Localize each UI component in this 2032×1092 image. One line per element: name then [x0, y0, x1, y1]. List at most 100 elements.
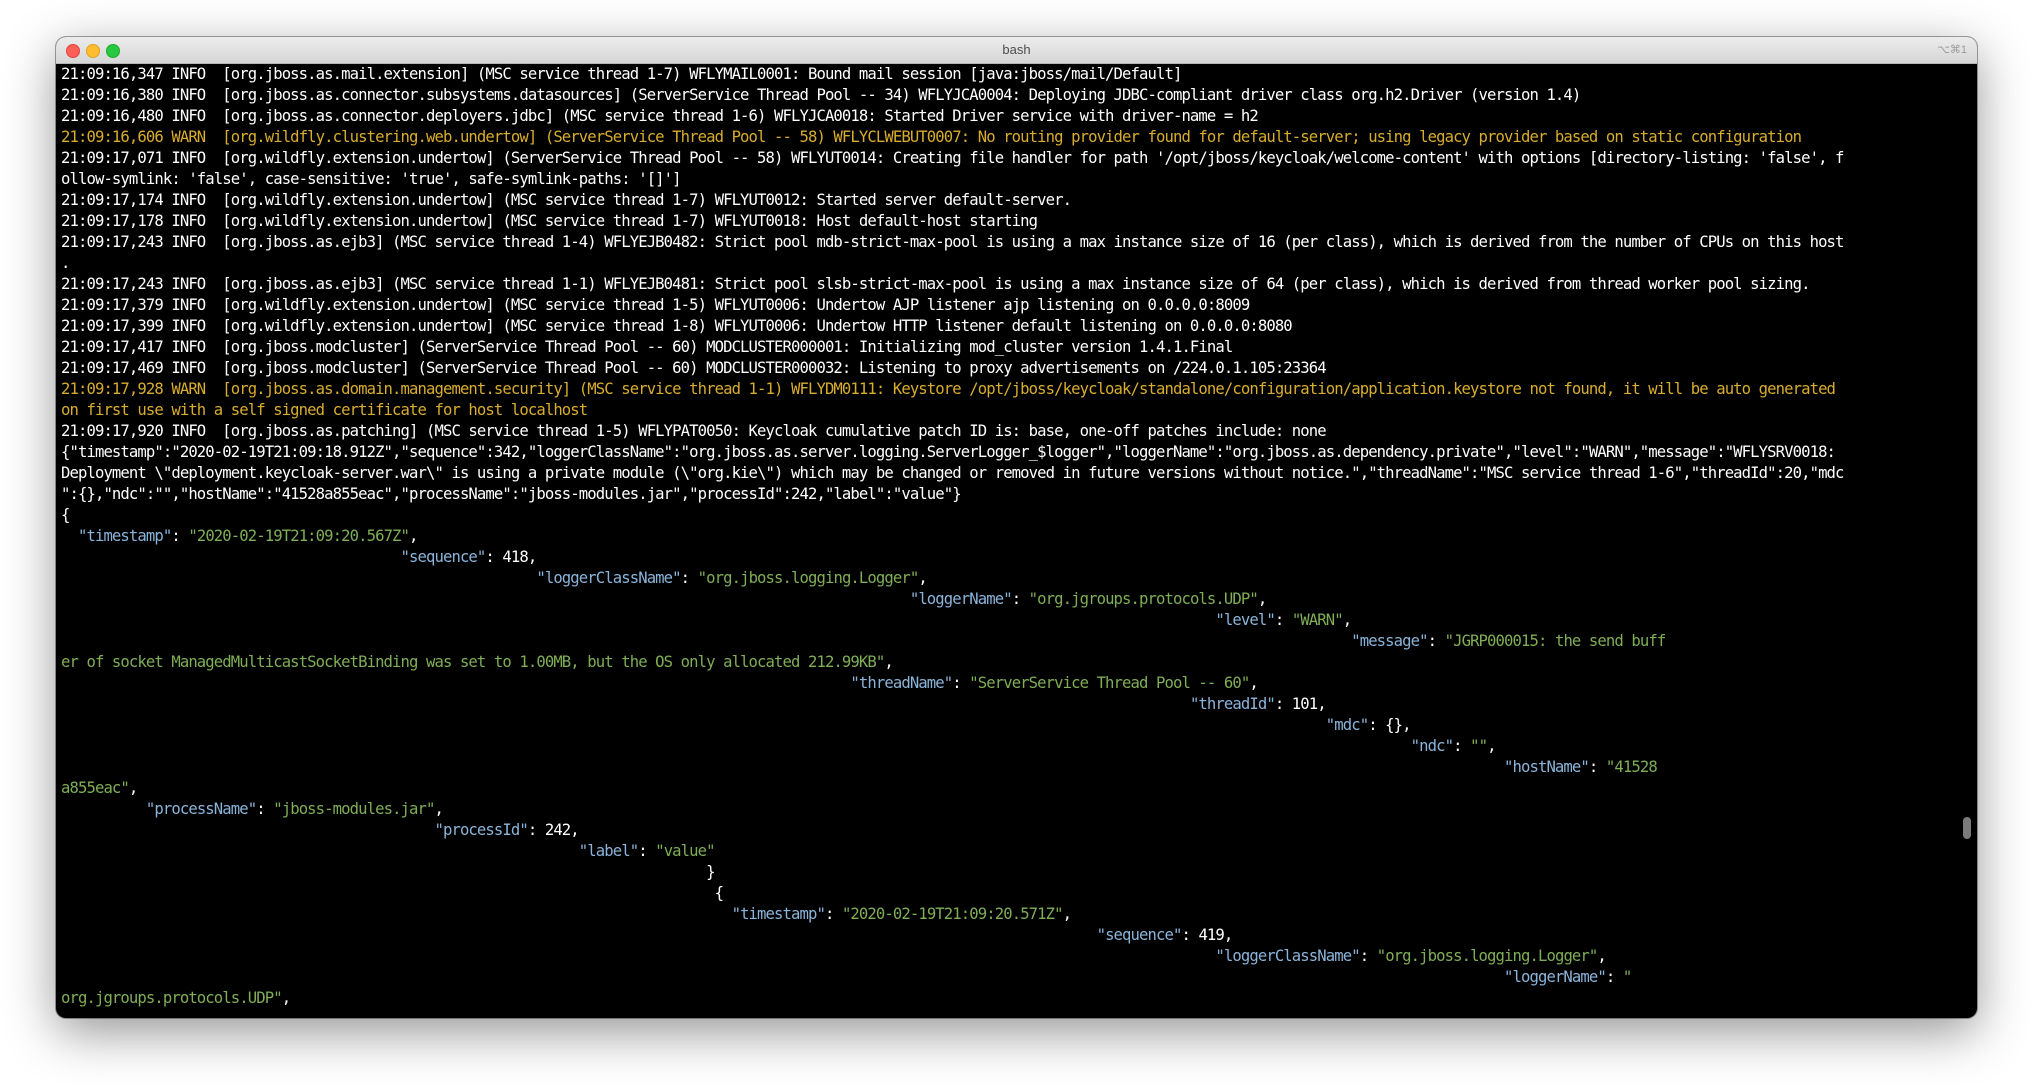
json-punctuation: :	[1274, 611, 1292, 629]
terminal-line: er of socket ManagedMulticastSocketBindi…	[61, 652, 1953, 673]
terminal-line: "sequence": 419,	[61, 925, 1953, 946]
json-key: "loggerClassName"	[1215, 947, 1360, 965]
json-string: "jboss-modules.jar"	[273, 800, 435, 818]
terminal-line: "level": "WARN",	[61, 610, 1953, 631]
terminal-line: 21:09:17,178 INFO [org.wildfly.extension…	[61, 212, 1038, 230]
json-punctuation: ,	[1249, 674, 1258, 692]
json-punctuation: : 101,	[1274, 695, 1327, 713]
terminal-line: org.jgroups.protocols.UDP",	[61, 988, 1953, 1009]
json-string: "JGRP000015: the send buff	[1444, 632, 1667, 650]
json-key: "label"	[578, 842, 639, 860]
window-title: bash	[1002, 42, 1031, 57]
terminal-line: "loggerClassName": "org.jboss.logging.Lo…	[61, 946, 1953, 967]
title-bar[interactable]: bash ⌥⌘1	[56, 37, 1977, 64]
json-punctuation: ,	[409, 527, 418, 545]
terminal-line: a855eac",	[61, 778, 1953, 799]
terminal-line: "threadId": 101,	[61, 694, 1953, 715]
terminal-line: "hostName": "41528	[61, 757, 1953, 778]
terminal-line: 21:09:17,243 INFO [org.jboss.as.ejb3] (M…	[61, 233, 1844, 251]
json-key: "sequence"	[1096, 926, 1183, 944]
json-string: org.jgroups.protocols.UDP"	[61, 989, 283, 1007]
terminal-line: 21:09:16,480 INFO [org.jboss.as.connecto…	[61, 107, 1259, 125]
json-punctuation	[61, 590, 910, 608]
json-punctuation: ,	[281, 989, 291, 1007]
json-punctuation: :	[952, 674, 970, 692]
json-key: "timestamp"	[77, 527, 172, 545]
json-key: "sequence"	[400, 548, 487, 566]
terminal-line: 21:09:17,417 INFO [org.jboss.modcluster]…	[61, 338, 1233, 356]
json-punctuation	[61, 716, 1326, 734]
json-punctuation: :	[1588, 758, 1606, 776]
terminal-output[interactable]: 21:09:16,347 INFO [org.jboss.as.mail.ext…	[61, 64, 1953, 1018]
json-string: "org.jgroups.protocols.UDP"	[1028, 590, 1259, 608]
json-punctuation	[61, 674, 850, 692]
json-punctuation: :	[1453, 737, 1471, 755]
terminal-line: ollow-symlink: 'false', case-sensitive: …	[61, 170, 682, 188]
json-punctuation	[61, 821, 434, 839]
json-punctuation	[61, 968, 1504, 986]
json-key: "threadId"	[1189, 695, 1276, 713]
json-string: "2020-02-19T21:09:20.571Z"	[841, 905, 1064, 923]
terminal-line: "timestamp": "2020-02-19T21:09:20.567Z",	[61, 526, 1953, 547]
terminal-line: 21:09:16,347 INFO [org.jboss.as.mail.ext…	[61, 65, 1182, 83]
json-punctuation: :	[1011, 590, 1029, 608]
terminal-line: "loggerName": "	[61, 967, 1953, 988]
terminal-line: "loggerName": "org.jgroups.protocols.UDP…	[61, 589, 1953, 610]
json-string: "	[1622, 968, 1632, 986]
terminal-window: bash ⌥⌘1 21:09:16,347 INFO [org.jboss.as…	[56, 37, 1977, 1018]
tab-shortcut: ⌥⌘1	[1937, 44, 1967, 56]
json-punctuation	[61, 695, 1190, 713]
json-punctuation: : 242,	[527, 821, 580, 839]
json-punctuation	[61, 947, 1215, 965]
json-punctuation: : {},	[1368, 716, 1411, 734]
json-string: "org.jboss.logging.Logger"	[1376, 947, 1599, 965]
terminal-line: ":{},"ndc":"","hostName":"41528a855eac",…	[61, 485, 962, 503]
json-punctuation: :	[680, 569, 698, 587]
json-string: "2020-02-19T21:09:20.567Z"	[188, 527, 410, 545]
json-punctuation: ,	[884, 653, 893, 671]
json-punctuation: :	[638, 842, 656, 860]
terminal-line: {	[61, 883, 1953, 904]
json-punctuation: :	[1359, 947, 1377, 965]
terminal-line: {	[61, 506, 70, 524]
terminal-line: "label": "value"	[61, 841, 1953, 862]
terminal-line: 21:09:16,606 WARN [org.wildfly.clusterin…	[61, 128, 1802, 146]
json-key: "message"	[1351, 632, 1428, 650]
json-key: "processName"	[145, 800, 257, 818]
terminal-line: "sequence": 418,	[61, 547, 1953, 568]
terminal-line: "threadName": "ServerService Thread Pool…	[61, 673, 1953, 694]
scrollbar-thumb[interactable]	[1963, 817, 1971, 839]
json-string: "value"	[655, 842, 715, 860]
json-punctuation: :	[256, 800, 274, 818]
json-key: "processId"	[434, 821, 528, 839]
json-key: "level"	[1215, 611, 1275, 629]
terminal-line: "timestamp": "2020-02-19T21:09:20.571Z",	[61, 904, 1953, 925]
json-key: "loggerName"	[1504, 968, 1607, 986]
terminal-line: 21:09:17,399 INFO [org.wildfly.extension…	[61, 317, 1293, 335]
json-punctuation	[61, 569, 536, 587]
json-key: "mdc"	[1325, 716, 1369, 734]
terminal-line: 21:09:17,920 INFO [org.jboss.as.patching…	[61, 422, 1327, 440]
terminal-line: "ndc": "",	[61, 736, 1953, 757]
terminal-line: "processId": 242,	[61, 820, 1953, 841]
json-string: "41528	[1605, 758, 1658, 776]
terminal-line: 21:09:16,380 INFO [org.jboss.as.connecto…	[61, 86, 1581, 104]
json-punctuation: ,	[128, 779, 138, 797]
json-punctuation	[61, 842, 579, 860]
terminal-line: .	[61, 254, 70, 272]
terminal-line: "mdc": {},	[61, 715, 1953, 736]
json-punctuation	[61, 737, 1411, 755]
terminal-line: }	[61, 862, 1953, 883]
json-punctuation	[61, 527, 78, 545]
terminal-line: "message": "JGRP000015: the send buff	[61, 631, 1953, 652]
json-punctuation: {	[61, 884, 724, 902]
json-key: "hostName"	[1504, 758, 1590, 776]
json-punctuation: ,	[1487, 737, 1496, 755]
json-string: er of socket ManagedMulticastSocketBindi…	[61, 653, 885, 671]
terminal-line: 21:09:17,379 INFO [org.wildfly.extension…	[61, 296, 1250, 314]
terminal-line: 21:09:17,928 WARN [org.jboss.as.domain.m…	[61, 380, 1836, 398]
json-punctuation: :	[1605, 968, 1623, 986]
json-punctuation: : 418,	[485, 548, 537, 566]
json-punctuation	[61, 611, 1215, 629]
terminal-line: 21:09:17,174 INFO [org.wildfly.extension…	[61, 191, 1072, 209]
